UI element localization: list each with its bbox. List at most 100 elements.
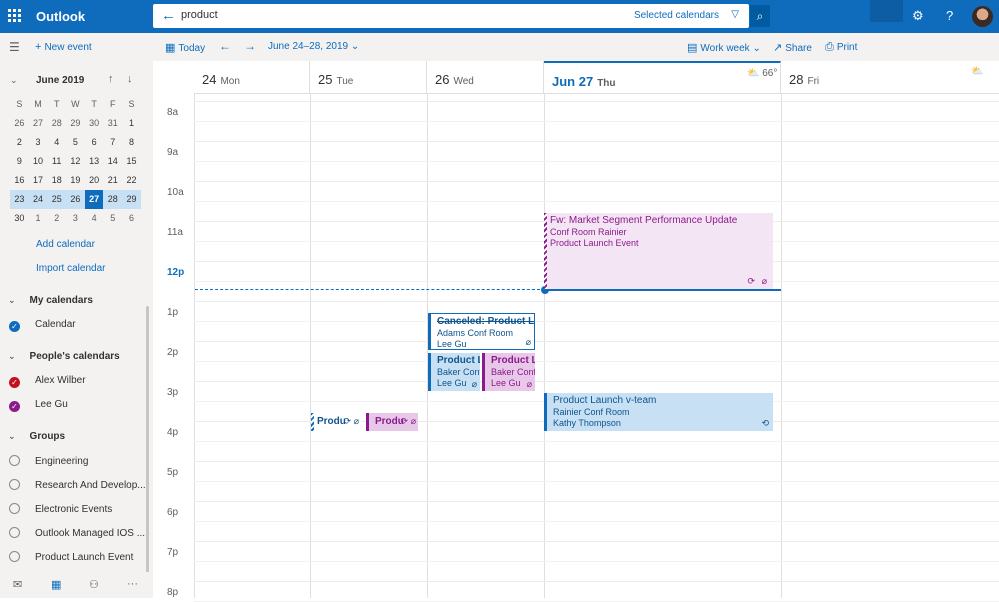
mini-calendar-day[interactable]: 30 — [10, 209, 29, 228]
event-tue-product-purple[interactable]: Produ ⟳ ⌀ — [366, 413, 418, 431]
search-button[interactable]: ⌕ — [750, 5, 770, 27]
mini-calendar-day[interactable]: 7 — [103, 133, 122, 152]
mini-calendar-day[interactable]: 10 — [29, 152, 48, 171]
chevron-down-icon: ⌄ — [8, 351, 16, 361]
mini-calendar-day[interactable]: 16 — [10, 171, 29, 190]
mini-calendar-day[interactable]: 22 — [122, 171, 141, 190]
event-product-launch-v-team[interactable]: Product Launch v-team Rainier Conf Room … — [544, 393, 773, 431]
mini-calendar-day[interactable]: 25 — [47, 190, 66, 209]
search-box[interactable]: ← Selected calendars ▽ — [153, 4, 749, 28]
mini-calendar-day[interactable]: 2 — [10, 133, 29, 152]
next-week-icon[interactable]: → — [244, 39, 256, 53]
app-title[interactable]: Outlook — [36, 9, 85, 24]
view-switcher[interactable]: ▤ Work week ⌄ — [687, 41, 761, 54]
people-icon[interactable]: ⚇ — [89, 578, 99, 591]
mini-calendar-day[interactable]: 19 — [66, 171, 85, 190]
mini-calendar-day[interactable]: 5 — [103, 209, 122, 228]
mini-calendar-day[interactable]: 15 — [122, 152, 141, 171]
mini-calendar-day[interactable]: 1 — [29, 209, 48, 228]
mini-calendar-day[interactable]: 9 — [10, 152, 29, 171]
previous-week-icon[interactable]: ← — [219, 39, 231, 53]
mini-calendar-day[interactable]: 2 — [47, 209, 66, 228]
date-range-picker[interactable]: June 24–28, 2019 ⌄ — [268, 41, 359, 52]
avatar[interactable] — [972, 6, 993, 27]
previous-month-icon[interactable]: ↑ — [108, 73, 114, 85]
group-item-product-launch[interactable]: Product Launch Event — [9, 551, 133, 563]
group-item-engineering[interactable]: Engineering — [9, 455, 88, 467]
app-launcher-icon[interactable] — [8, 9, 22, 23]
mini-calendar-day[interactable]: 11 — [47, 152, 66, 171]
day-header-fri[interactable]: 28 Fri ⛅ — [781, 61, 999, 94]
event-product-launch-blue[interactable]: Product La Baker Conf R Lee Gu ⌀ — [428, 353, 480, 391]
calendar-item-lee-gu[interactable]: ✓ Lee Gu — [9, 399, 68, 412]
print-button[interactable]: ⎙ Print — [825, 41, 857, 54]
day-header-thu[interactable]: Jun 27 Thu ⛅ 66° — [544, 61, 781, 94]
event-canceled-product-launch[interactable]: Canceled: Product Laun Adams Conf Room L… — [428, 313, 535, 350]
collapse-chevron-icon[interactable]: ⌄ — [10, 75, 18, 86]
group-item-electronic-events[interactable]: Electronic Events — [9, 503, 112, 515]
header-tile[interactable] — [870, 0, 903, 22]
mini-calendar-day[interactable]: 1 — [122, 114, 141, 133]
weather-badge[interactable]: ⛅ 66° — [747, 68, 777, 79]
calendar-item-calendar[interactable]: ✓ Calendar — [9, 319, 76, 332]
new-event-button[interactable]: + New event — [35, 41, 92, 53]
mini-calendar-day[interactable]: 27 — [84, 190, 104, 209]
event-product-launch-purple[interactable]: Product La Baker Conf R Lee Gu ⌀ — [482, 353, 535, 391]
day-header-mon[interactable]: 24 Mon — [194, 61, 310, 94]
mini-calendar-day[interactable]: 21 — [103, 171, 122, 190]
mini-calendar-day[interactable]: 26 — [66, 190, 85, 209]
mini-calendar-day[interactable]: 4 — [85, 209, 104, 228]
mini-calendar-day[interactable]: 6 — [85, 133, 104, 152]
left-pane-scrollbar[interactable] — [146, 306, 149, 576]
mini-calendar-day[interactable]: 12 — [66, 152, 85, 171]
event-tue-product-blue[interactable]: Produ ⟳ ⌀ — [311, 413, 361, 431]
mini-calendar-day[interactable]: 4 — [47, 133, 66, 152]
mini-calendar-day[interactable]: 3 — [29, 133, 48, 152]
group-item-outlook-ios[interactable]: Outlook Managed IOS ... — [9, 527, 145, 539]
mini-calendar-day[interactable]: 5 — [66, 133, 85, 152]
mini-calendar-day[interactable]: 23 — [10, 190, 29, 209]
mini-calendar-day[interactable]: 6 — [122, 209, 141, 228]
share-button[interactable]: ↗ Share — [773, 41, 812, 54]
mini-calendar-day[interactable]: 8 — [122, 133, 141, 152]
day-header-wed[interactable]: 26 Wed — [427, 61, 544, 94]
help-icon[interactable]: ? — [946, 8, 953, 23]
mini-calendar-day[interactable]: 26 — [10, 114, 29, 133]
mini-calendar-day[interactable]: 28 — [47, 114, 66, 133]
peoples-calendars-group[interactable]: ⌄ People's calendars — [8, 351, 120, 362]
calendar-item-alex-wilber[interactable]: ✓ Alex Wilber — [9, 375, 86, 388]
more-icon[interactable]: ··· — [127, 578, 138, 590]
mini-calendar-month[interactable]: June 2019 — [36, 75, 84, 86]
today-button[interactable]: ▦ Today — [165, 41, 205, 54]
mini-calendar-day[interactable]: 24 — [29, 190, 48, 209]
calendar-icon[interactable]: ▦ — [51, 578, 61, 591]
mini-calendar-day[interactable]: 30 — [85, 114, 104, 133]
mini-calendar-day[interactable]: 18 — [47, 171, 66, 190]
mini-calendar-day[interactable]: 14 — [103, 152, 122, 171]
mini-calendar-day[interactable]: 29 — [66, 114, 85, 133]
search-input[interactable] — [181, 9, 481, 21]
mini-calendar-day[interactable]: 13 — [85, 152, 104, 171]
mini-calendar-day[interactable]: 31 — [103, 114, 122, 133]
mini-calendar-day[interactable]: 28 — [103, 190, 122, 209]
back-arrow-icon[interactable]: ← — [161, 7, 176, 24]
mini-calendar-day[interactable]: 20 — [85, 171, 104, 190]
search-scope[interactable]: Selected calendars — [634, 10, 719, 21]
day-header-tue[interactable]: 25 Tue — [310, 61, 427, 94]
import-calendar-link[interactable]: Import calendar — [36, 263, 105, 274]
mini-calendar-day[interactable]: 29 — [122, 190, 141, 209]
group-item-research[interactable]: Research And Develop... — [9, 479, 146, 491]
groups-group[interactable]: ⌄ Groups — [8, 431, 65, 442]
my-calendars-group[interactable]: ⌄ My calendars — [8, 295, 93, 306]
mini-calendar-day[interactable]: 27 — [29, 114, 48, 133]
settings-icon[interactable]: ⚙ — [912, 8, 924, 24]
add-calendar-link[interactable]: Add calendar — [36, 239, 95, 250]
mail-icon[interactable]: ✉ — [13, 578, 22, 591]
collapse-menu-icon[interactable]: ☰ — [9, 40, 20, 54]
event-location: Conf Room Rainier — [550, 227, 627, 237]
mini-calendar-day[interactable]: 17 — [29, 171, 48, 190]
filter-icon[interactable]: ▽ — [731, 9, 739, 20]
mini-calendar-day[interactable]: 3 — [66, 209, 85, 228]
next-month-icon[interactable]: ↓ — [127, 73, 133, 85]
event-market-segment[interactable]: Fw: Market Segment Performance Update Co… — [544, 213, 773, 289]
